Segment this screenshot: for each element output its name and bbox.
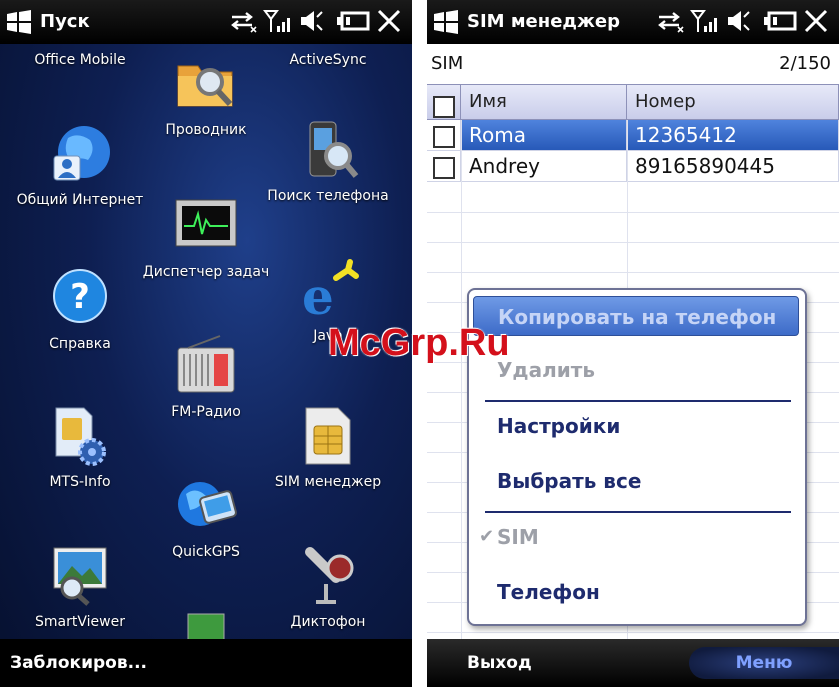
table-row[interactable]: Roma 12365412 [427, 120, 839, 151]
header-select-cell[interactable] [427, 85, 461, 119]
radio-icon [177, 335, 235, 393]
tile-help[interactable]: ? Справка [10, 266, 150, 352]
svg-text:?: ? [70, 277, 90, 317]
windows-logo-icon[interactable] [433, 10, 459, 34]
java-icon: e [302, 259, 359, 322]
tile-internet-sharing[interactable]: Общий Интернет [10, 122, 150, 208]
status-icons[interactable] [655, 8, 829, 36]
battery-icon[interactable] [762, 8, 798, 34]
tile-office-mobile[interactable]: Office Mobile [10, 52, 150, 68]
contact-number[interactable]: 12365412 [627, 120, 839, 150]
watermark: McGrp.Ru [328, 322, 510, 364]
help-icon: ? [53, 269, 107, 323]
phone-search-icon [309, 121, 359, 178]
globe-user-icon [53, 126, 110, 181]
storage-label: SIM [431, 53, 464, 74]
task-manager-icon [175, 199, 237, 247]
contact-counter: 2/150 [779, 53, 831, 74]
gps-globe-icon [178, 482, 237, 526]
exit-softkey[interactable]: Выход [467, 653, 532, 673]
tile-label: FM-Радио [171, 404, 241, 420]
tile-explorer[interactable]: Проводник [136, 52, 276, 138]
tile-label: Проводник [165, 122, 247, 138]
storage-bar: SIM 2/150 [427, 44, 839, 84]
grid-line [427, 272, 839, 273]
tile-label: SmartViewer [35, 614, 125, 630]
row-select-cell[interactable] [427, 151, 461, 181]
tile-label: Справка [49, 336, 111, 352]
tile-label: MTS-Info [49, 474, 111, 490]
folder-magnifier-icon [177, 65, 233, 107]
volume-icon[interactable] [725, 8, 751, 34]
microphone-icon [305, 547, 354, 604]
status-bar: SIM менеджер [427, 0, 839, 44]
checkmark-icon: ✔ [479, 526, 495, 547]
tile-activesync[interactable]: ActiveSync [258, 52, 398, 68]
close-icon[interactable] [376, 8, 402, 34]
menu-separator [485, 400, 791, 402]
tile-smartviewer[interactable]: SmartViewer [10, 544, 150, 630]
battery-icon[interactable] [335, 8, 371, 34]
tile-label: SIM менеджер [274, 474, 382, 490]
lock-softkey-label[interactable]: Заблокиров... [10, 653, 147, 673]
partial-app-icon [187, 613, 225, 640]
header-name[interactable]: Имя [461, 85, 627, 119]
select-all-checkbox[interactable] [432, 96, 455, 118]
tile-label: Общий Интернет [16, 192, 144, 208]
row-checkbox[interactable] [432, 126, 455, 148]
tile-sim-manager[interactable]: SIM менеджер [258, 404, 398, 490]
contact-name[interactable]: Andrey [461, 151, 627, 181]
image-viewer-icon [53, 547, 107, 606]
grid-line [427, 212, 839, 213]
contact-number[interactable]: 89165890445 [627, 151, 839, 181]
context-menu: Копировать на телефон Удалить Настройки … [467, 288, 807, 626]
menu-item-sim[interactable]: SIM [497, 525, 539, 549]
sim-gear-icon [55, 407, 106, 466]
row-checkbox[interactable] [432, 157, 455, 179]
app-title: SIM менеджер [467, 11, 620, 32]
status-icons[interactable] [228, 8, 402, 36]
left-softkey[interactable]: Заблокиров... [0, 639, 412, 687]
volume-icon[interactable] [298, 8, 324, 34]
grid-line [427, 242, 839, 243]
menu-item-settings[interactable]: Настройки [497, 414, 620, 438]
grid-line [427, 632, 839, 633]
table-row[interactable]: Andrey 89165890445 [427, 151, 839, 182]
contact-name[interactable]: Roma [461, 120, 627, 150]
svg-text:e: e [302, 267, 334, 322]
tile-label: ActiveSync [289, 52, 367, 68]
tile-label: Диспетчер задач [142, 264, 270, 280]
menu-item-delete[interactable]: Удалить [497, 358, 595, 382]
tile-fm-radio[interactable]: FM-Радио [136, 334, 276, 420]
status-bar: Пуск [0, 0, 412, 44]
grid-line [461, 120, 462, 644]
tile-label: Поиск телефона [267, 188, 389, 204]
softkey-bar: Выход Меню [427, 639, 839, 687]
tile-task-manager[interactable]: Диспетчер задач [136, 194, 276, 280]
tile-quickgps[interactable]: QuickGPS [136, 474, 276, 560]
tile-find-phone[interactable]: Поиск телефона [258, 118, 398, 204]
header-number[interactable]: Номер [627, 85, 839, 119]
windows-logo-icon[interactable] [6, 10, 32, 34]
menu-softkey[interactable]: Меню [689, 647, 839, 679]
tile-label: Диктофон [290, 614, 366, 630]
menu-item-phone[interactable]: Телефон [497, 580, 600, 604]
tile-mts-info[interactable]: MTS-Info [10, 404, 150, 490]
connectivity-icon[interactable] [228, 8, 258, 34]
table-header: Имя Номер [427, 84, 839, 120]
row-select-cell[interactable] [427, 120, 461, 150]
start-title: Пуск [40, 11, 90, 32]
menu-softkey-label[interactable]: Меню [736, 653, 793, 673]
menu-item-select-all[interactable]: Выбрать все [497, 469, 641, 493]
tile-label: QuickGPS [172, 544, 240, 560]
connectivity-icon[interactable] [655, 8, 685, 34]
close-icon[interactable] [803, 8, 829, 34]
menu-separator [485, 511, 791, 513]
tile-dictaphone[interactable]: Диктофон [258, 544, 398, 630]
signal-icon[interactable] [263, 8, 293, 34]
signal-icon[interactable] [690, 8, 720, 34]
tile-label: Office Mobile [34, 52, 126, 68]
menu-item-copy-to-phone[interactable]: Копировать на телефон [473, 296, 799, 336]
sim-card-icon [305, 407, 351, 465]
